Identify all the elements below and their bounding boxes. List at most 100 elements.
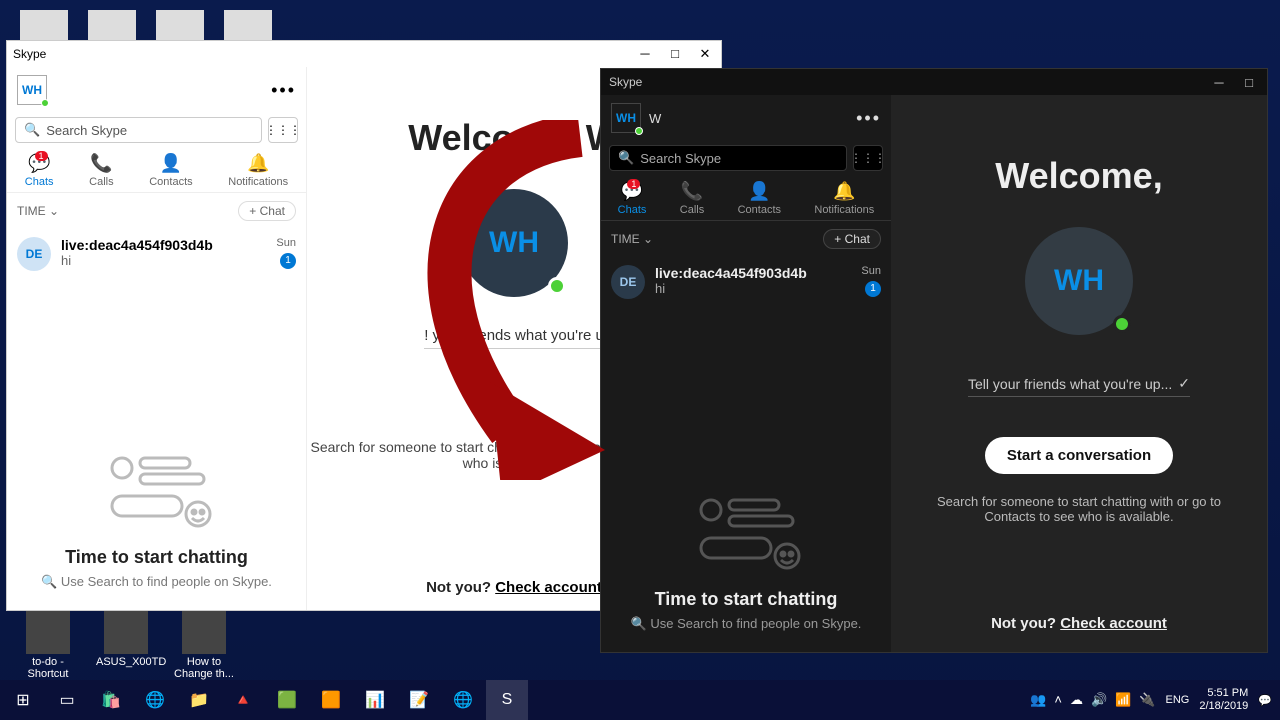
- tab-notifications[interactable]: 🔔Notifications: [814, 181, 874, 216]
- desktop-icons-bottom: to-do - Shortcut ASUS_X00TD How to Chang…: [18, 610, 234, 680]
- chat-illustration-icon: [27, 452, 286, 537]
- tab-contacts[interactable]: 👤Contacts: [149, 153, 192, 188]
- conversation-item[interactable]: DE live:deac4a454f903d4b hi Sun 1: [7, 229, 306, 279]
- task-view-button[interactable]: ▭: [46, 680, 88, 720]
- contact-avatar: DE: [17, 237, 51, 271]
- dialpad-button[interactable]: ⋮⋮⋮: [268, 117, 298, 143]
- message-day: Sun: [276, 237, 296, 249]
- desktop-icon[interactable]: to-do - Shortcut: [18, 610, 78, 680]
- window-title: Skype: [13, 47, 635, 61]
- contact-name: live:deac4a454f903d4b: [655, 265, 851, 281]
- search-input[interactable]: 🔍Search Skype: [15, 117, 262, 143]
- message-day: Sun: [861, 265, 881, 277]
- new-chat-button[interactable]: + Chat: [823, 229, 881, 249]
- tray-chevron-icon[interactable]: ˄: [1054, 692, 1062, 708]
- bell-icon: 🔔: [228, 153, 288, 174]
- minimize-button[interactable]: ─: [635, 46, 655, 62]
- search-input[interactable]: 🔍Search Skype: [609, 145, 847, 171]
- minimize-button[interactable]: ─: [1209, 75, 1229, 90]
- search-icon: 🔍: [618, 150, 634, 166]
- conversation-item[interactable]: DE live:deac4a454f903d4b hi Sun 1: [601, 257, 891, 307]
- taskbar-app[interactable]: 📁: [178, 680, 220, 720]
- contacts-icon: 👤: [149, 153, 192, 174]
- taskbar-app[interactable]: 🟩: [266, 680, 308, 720]
- volume-icon[interactable]: 🔊: [1091, 692, 1107, 708]
- badge: 1: [627, 179, 640, 189]
- contact-avatar: DE: [611, 265, 645, 299]
- taskbar-app[interactable]: 📝: [398, 680, 440, 720]
- taskbar-app[interactable]: 🌐: [134, 680, 176, 720]
- desktop-icon[interactable]: How to Change th...: [174, 610, 234, 680]
- close-button[interactable]: ✕: [695, 46, 715, 62]
- sort-label[interactable]: TIME ⌄: [17, 204, 59, 218]
- icon-label: ASUS_X00TD: [96, 656, 166, 668]
- taskbar-app-skype[interactable]: S: [486, 680, 528, 720]
- empty-subtitle: 🔍 Use Search to find people on Skype.: [621, 616, 871, 632]
- tab-chats[interactable]: 💬Chats1: [618, 181, 647, 216]
- chevron-down-icon: ⌄: [643, 232, 653, 246]
- dialpad-button[interactable]: ⋮⋮⋮: [853, 145, 883, 171]
- last-message: hi: [655, 281, 851, 296]
- not-you: Not you? Check account: [991, 615, 1167, 632]
- chevron-down-icon: ⌄: [49, 204, 59, 218]
- phone-icon: 📞: [89, 153, 113, 174]
- tab-calls[interactable]: 📞Calls: [680, 181, 704, 216]
- empty-subtitle: 🔍 Use Search to find people on Skype.: [27, 574, 286, 590]
- window-title: Skype: [609, 75, 1209, 89]
- taskbar-app[interactable]: 🛍️: [90, 680, 132, 720]
- notifications-icon[interactable]: 💬: [1258, 694, 1272, 707]
- chat-illustration-icon: [621, 494, 871, 579]
- check-account-link[interactable]: Check account: [1060, 615, 1167, 632]
- check-icon: ✓: [1178, 375, 1190, 392]
- desktop-icon[interactable]: ASUS_X00TD: [96, 610, 156, 680]
- empty-state: Time to start chatting 🔍 Use Search to f…: [601, 494, 891, 632]
- more-icon[interactable]: •••: [856, 108, 881, 129]
- presence-icon: [41, 99, 49, 107]
- self-avatar[interactable]: WH: [611, 103, 641, 133]
- status-input[interactable]: Tell your friends what you're up...✓: [968, 375, 1190, 397]
- presence-icon: [548, 277, 566, 295]
- tab-notifications[interactable]: 🔔Notifications: [228, 153, 288, 188]
- start-conversation-button[interactable]: Start a conversation: [985, 437, 1173, 474]
- self-avatar[interactable]: WH: [17, 75, 47, 105]
- bell-icon: 🔔: [814, 181, 874, 202]
- sort-label[interactable]: TIME ⌄: [611, 232, 653, 246]
- phone-icon: 📞: [680, 181, 704, 202]
- taskbar-app[interactable]: 🌐: [442, 680, 484, 720]
- onedrive-icon[interactable]: ☁: [1070, 692, 1083, 708]
- battery-icon[interactable]: 🔌: [1139, 692, 1155, 708]
- taskbar-app[interactable]: 🔺: [222, 680, 264, 720]
- taskbar-app[interactable]: 🟧: [310, 680, 352, 720]
- language-indicator[interactable]: ENG: [1166, 694, 1190, 706]
- helper-text: Search for someone to start chatting wit…: [891, 494, 1267, 524]
- presence-icon: [1113, 315, 1131, 333]
- self-name: W: [649, 111, 848, 126]
- tab-contacts[interactable]: 👤Contacts: [738, 181, 781, 216]
- unread-badge: 1: [280, 253, 296, 269]
- maximize-button[interactable]: □: [1239, 75, 1259, 90]
- welcome-heading: Welcome,: [995, 155, 1162, 197]
- titlebar: Skype ─ □: [601, 69, 1267, 95]
- tab-chats[interactable]: 💬Chats1: [25, 153, 54, 188]
- sidebar: WH W ••• 🔍Search Skype ⋮⋮⋮ 💬Chats1 📞Call…: [601, 95, 891, 652]
- check-account-link[interactable]: Check account: [495, 579, 602, 596]
- sidebar: WH ••• 🔍Search Skype ⋮⋮⋮ 💬Chats1 📞Calls …: [7, 67, 307, 610]
- people-icon[interactable]: 👥: [1030, 692, 1046, 708]
- search-icon: 🔍: [24, 122, 40, 138]
- tab-calls[interactable]: 📞Calls: [89, 153, 113, 188]
- clock[interactable]: 5:51 PM 2/18/2019: [1199, 687, 1248, 713]
- big-avatar[interactable]: WH: [460, 189, 568, 297]
- contact-name: live:deac4a454f903d4b: [61, 237, 266, 253]
- taskbar-app[interactable]: 📊: [354, 680, 396, 720]
- more-icon[interactable]: •••: [271, 80, 296, 101]
- system-tray[interactable]: 👥 ˄ ☁ 🔊 📶 🔌: [1030, 692, 1155, 708]
- search-icon: 🔍: [41, 574, 57, 589]
- maximize-button[interactable]: □: [665, 46, 685, 62]
- wifi-icon[interactable]: 📶: [1115, 692, 1131, 708]
- new-chat-button[interactable]: + Chat: [238, 201, 296, 221]
- start-button[interactable]: ⊞: [2, 680, 44, 720]
- presence-icon: [635, 127, 643, 135]
- status-input[interactable]: ! your friends what you're u: [424, 327, 604, 349]
- big-avatar[interactable]: WH: [1025, 227, 1133, 335]
- welcome-heading: Welcome, W: [408, 117, 619, 159]
